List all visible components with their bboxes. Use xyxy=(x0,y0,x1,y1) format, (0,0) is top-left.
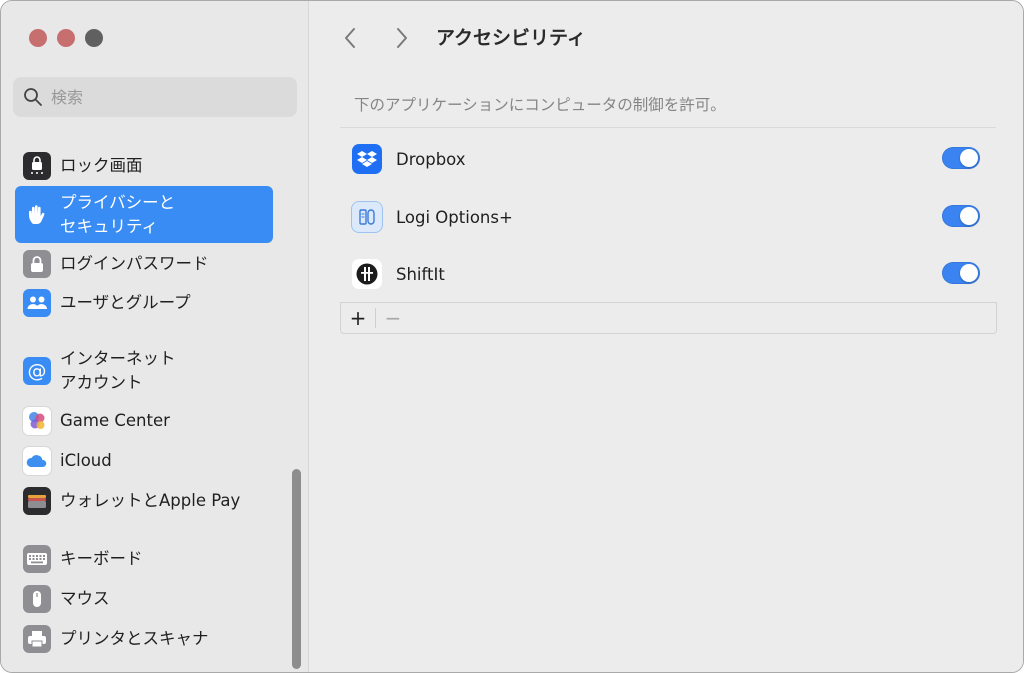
dropbox-toggle[interactable] xyxy=(942,147,980,169)
chevron-right-icon xyxy=(397,28,407,48)
sidebar-scrollbar[interactable] xyxy=(292,469,301,669)
chevron-left-icon xyxy=(345,28,355,48)
hand-icon xyxy=(23,200,51,229)
magnifier-icon xyxy=(24,88,42,106)
app-name: ShiftIt xyxy=(396,264,445,284)
app-row-dropbox: Dropbox xyxy=(340,132,996,186)
permission-caption: 下のアプリケーションにコンピュータの制御を許可。 xyxy=(354,96,726,114)
sidebar-item-keyboard[interactable]: キーボード xyxy=(15,544,273,574)
toggle-knob xyxy=(960,264,978,282)
sidebar-item-label: ウォレットとApple Pay xyxy=(60,491,241,510)
sidebar-item-label: ユーザとグループ xyxy=(60,293,191,312)
sidebar-item-label: キーボード xyxy=(60,549,143,568)
logi-options-icon xyxy=(352,202,382,232)
lock-screen-icon xyxy=(23,152,51,180)
sidebar: ロック画面 プライバシーと セキュリティ ログインパスワード xyxy=(1,1,309,672)
sidebar-item-label: ロック画面 xyxy=(60,156,143,175)
page-title: アクセシビリティ xyxy=(436,27,586,49)
sidebar-item-icloud[interactable]: iCloud xyxy=(15,446,273,476)
users-icon xyxy=(23,289,51,317)
sidebar-item-lock-screen[interactable]: ロック画面 xyxy=(15,151,273,181)
search-field[interactable] xyxy=(13,77,297,117)
sidebar-item-privacy-security[interactable]: プライバシーと セキュリティ xyxy=(15,186,273,243)
sidebar-item-label: プリンタとスキャナ xyxy=(60,629,209,648)
sidebar-item-internet-accounts[interactable]: @ インターネット アカウント xyxy=(15,346,273,396)
logi-options-toggle[interactable] xyxy=(942,205,980,227)
back-button[interactable] xyxy=(338,25,362,51)
add-app-button[interactable]: + xyxy=(341,303,375,333)
dropbox-icon xyxy=(352,144,382,174)
app-name: Logi Options+ xyxy=(396,207,513,227)
minimize-button[interactable] xyxy=(57,29,75,47)
search-input[interactable] xyxy=(51,87,271,107)
app-row-shiftit: ShiftIt xyxy=(340,247,996,301)
sidebar-item-users-groups[interactable]: ユーザとグループ xyxy=(15,288,273,318)
sidebar-item-label: iCloud xyxy=(60,451,112,470)
sidebar-item-game-center[interactable]: Game Center xyxy=(15,406,273,436)
toggle-knob xyxy=(960,149,978,167)
app-name: Dropbox xyxy=(396,149,466,169)
sidebar-item-printers-scanners[interactable]: プリンタとスキャナ xyxy=(15,624,273,654)
traffic-lights xyxy=(29,29,103,47)
sidebar-item-wallet-apple-pay[interactable]: ウォレットとApple Pay xyxy=(15,486,273,516)
keyboard-icon xyxy=(23,545,51,573)
printer-icon xyxy=(23,625,51,653)
mouse-icon xyxy=(23,585,51,613)
cloud-icon xyxy=(23,447,51,475)
game-center-icon xyxy=(23,407,51,435)
wallet-icon xyxy=(23,487,51,515)
sidebar-item-label: インターネット アカウント xyxy=(60,349,176,392)
shiftit-toggle[interactable] xyxy=(942,262,980,284)
at-icon: @ xyxy=(23,357,51,385)
list-top-divider xyxy=(340,127,996,128)
sidebar-item-label: ログインパスワード xyxy=(60,254,209,273)
forward-button[interactable] xyxy=(390,25,414,51)
toggle-knob xyxy=(960,207,978,225)
remove-app-button[interactable]: − xyxy=(376,303,410,333)
shiftit-icon xyxy=(352,259,382,289)
settings-window: ロック画面 プライバシーと セキュリティ ログインパスワード xyxy=(0,0,1024,673)
padlock-icon xyxy=(23,250,51,278)
sidebar-item-label: マウス xyxy=(60,589,110,608)
close-button[interactable] xyxy=(29,29,47,47)
zoom-button[interactable] xyxy=(85,29,103,47)
sidebar-item-login-password[interactable]: ログインパスワード xyxy=(15,249,273,279)
app-row-logi-options: Logi Options+ xyxy=(340,190,996,244)
sidebar-item-label: プライバシーと セキュリティ xyxy=(60,192,176,236)
sidebar-item-mouse[interactable]: マウス xyxy=(15,584,273,614)
main-pane: アクセシビリティ 下のアプリケーションにコンピュータの制御を許可。 Dropbo… xyxy=(310,1,1023,672)
sidebar-item-label: Game Center xyxy=(60,411,170,430)
add-remove-bar: + − xyxy=(340,302,997,334)
